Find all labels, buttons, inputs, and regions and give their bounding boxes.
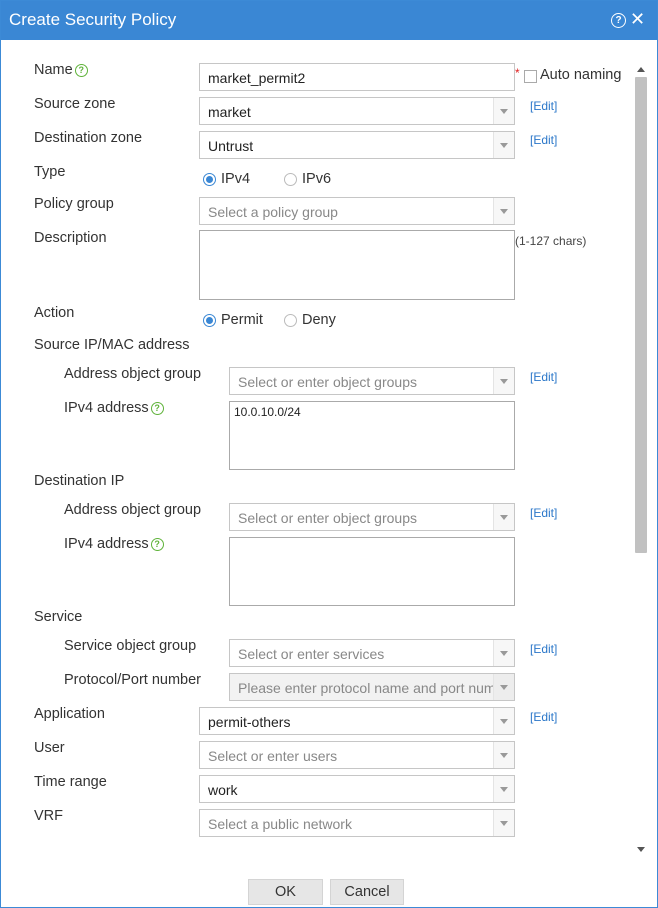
destination-address-object-group-label: Address object group <box>64 502 202 518</box>
name-label-group: Name? <box>34 62 88 78</box>
description-textarea[interactable] <box>199 230 515 300</box>
destination-ipv4-label-group: IPv4 address? <box>64 536 164 552</box>
source-address-object-group-placeholder: Select or enter object groups <box>238 374 417 390</box>
service-object-group-select[interactable]: Select or enter services <box>229 639 515 667</box>
source-zone-value: market <box>208 104 251 120</box>
chevron-down-icon[interactable] <box>493 368 514 394</box>
chevron-down-icon[interactable] <box>493 776 514 802</box>
chevron-down-icon[interactable] <box>493 198 514 224</box>
policy-group-select[interactable]: Select a policy group <box>199 197 515 225</box>
source-ip-section-label: Source IP/MAC address <box>34 337 190 353</box>
source-zone-label: Source zone <box>34 96 116 112</box>
application-label: Application <box>34 706 105 722</box>
source-ipv4-help-icon[interactable]: ? <box>150 402 164 415</box>
action-label: Action <box>34 305 75 321</box>
type-ipv4-radio[interactable]: IPv4 <box>203 171 250 187</box>
vertical-scrollbar[interactable] <box>634 41 648 857</box>
time-range-value: work <box>208 782 238 798</box>
action-deny-label: Deny <box>302 312 336 328</box>
auto-naming-label: Auto naming <box>540 67 622 83</box>
destination-zone-select[interactable]: Untrust <box>199 131 515 159</box>
destination-address-object-group-select[interactable]: Select or enter object groups <box>229 503 515 531</box>
source-ipv4-textarea[interactable]: 10.0.10.0/24 <box>229 401 515 470</box>
destination-address-edit-link[interactable]: [Edit] <box>530 506 557 520</box>
chevron-down-icon[interactable] <box>493 132 514 158</box>
user-select[interactable]: Select or enter users <box>199 741 515 769</box>
source-ipv4-label-group: IPv4 address? <box>64 400 164 416</box>
name-label: Name <box>34 62 73 78</box>
service-object-group-label: Service object group <box>64 638 197 654</box>
policy-group-placeholder: Select a policy group <box>208 204 338 220</box>
description-hint: (1-127 chars) <box>515 234 587 248</box>
source-address-object-group-select[interactable]: Select or enter object groups <box>229 367 515 395</box>
vrf-select[interactable]: Select a public network <box>199 809 515 837</box>
scroll-up-icon[interactable] <box>637 67 645 72</box>
service-edit-link[interactable]: [Edit] <box>530 642 557 656</box>
scroll-thumb[interactable] <box>635 77 647 553</box>
protocol-port-select[interactable]: Please enter protocol name and port num <box>229 673 515 701</box>
ok-button[interactable]: OK <box>248 879 323 905</box>
application-value: permit-others <box>208 714 291 730</box>
destination-address-object-group-placeholder: Select or enter object groups <box>238 510 417 526</box>
source-ipv4-label: IPv4 address <box>64 400 149 416</box>
time-range-label: Time range <box>34 774 107 790</box>
action-permit-radio[interactable]: Permit <box>203 312 263 328</box>
source-zone-select[interactable]: market <box>199 97 515 125</box>
radio-selected-icon <box>203 313 216 327</box>
vrf-placeholder: Select a public network <box>208 816 352 832</box>
form-content: Name? market_permit2 * Auto naming Sourc… <box>1 41 657 857</box>
chevron-down-icon[interactable] <box>493 504 514 530</box>
type-ipv6-radio[interactable]: IPv6 <box>284 171 331 187</box>
close-icon[interactable]: ✕ <box>630 10 645 28</box>
action-permit-label: Permit <box>221 312 263 328</box>
name-help-icon[interactable]: ? <box>74 64 88 77</box>
chevron-down-icon[interactable] <box>493 810 514 836</box>
type-label: Type <box>34 164 66 180</box>
create-security-policy-dialog: Create Security Policy ? ✕ Name? market_… <box>0 0 658 908</box>
application-select[interactable]: permit-others <box>199 707 515 735</box>
destination-zone-edit-link[interactable]: [Edit] <box>530 133 557 147</box>
vrf-label: VRF <box>34 808 63 824</box>
dialog-titlebar: Create Security Policy ? ✕ <box>1 1 657 40</box>
protocol-port-label: Protocol/Port number <box>64 672 202 688</box>
chevron-down-icon[interactable] <box>493 708 514 734</box>
required-mark: * <box>515 66 520 80</box>
time-range-select[interactable]: work <box>199 775 515 803</box>
destination-ipv4-textarea[interactable] <box>229 537 515 606</box>
chevron-down-icon[interactable] <box>493 742 514 768</box>
name-value: market_permit2 <box>208 70 306 86</box>
destination-zone-label: Destination zone <box>34 130 143 146</box>
action-deny-radio[interactable]: Deny <box>284 312 336 328</box>
help-icon[interactable]: ? <box>611 13 626 28</box>
source-address-edit-link[interactable]: [Edit] <box>530 370 557 384</box>
type-ipv6-label: IPv6 <box>302 171 332 187</box>
protocol-port-placeholder: Please enter protocol name and port num <box>238 680 494 696</box>
name-input[interactable]: market_permit2 <box>199 63 515 91</box>
service-object-group-placeholder: Select or enter services <box>238 646 385 662</box>
destination-ip-section-label: Destination IP <box>34 473 125 489</box>
application-edit-link[interactable]: [Edit] <box>530 710 557 724</box>
policy-group-label: Policy group <box>34 196 114 212</box>
description-label: Description <box>34 230 107 246</box>
type-ipv4-label: IPv4 <box>221 171 251 187</box>
source-zone-edit-link[interactable]: [Edit] <box>530 99 557 113</box>
destination-zone-value: Untrust <box>208 138 254 154</box>
source-address-object-group-label: Address object group <box>64 366 202 382</box>
radio-unselected-icon <box>284 172 297 186</box>
scroll-down-icon[interactable] <box>637 847 645 852</box>
cancel-button[interactable]: Cancel <box>330 879 404 905</box>
source-ipv4-value: 10.0.10.0/24 <box>234 405 301 419</box>
dialog-title: Create Security Policy <box>9 10 177 29</box>
chevron-down-icon[interactable] <box>493 640 514 666</box>
service-section-label: Service <box>34 609 83 625</box>
destination-ipv4-label: IPv4 address <box>64 536 149 552</box>
chevron-down-icon[interactable] <box>493 674 514 700</box>
destination-ipv4-help-icon[interactable]: ? <box>150 538 164 551</box>
user-label: User <box>34 740 65 756</box>
radio-selected-icon <box>203 172 216 186</box>
auto-naming-checkbox[interactable] <box>524 70 537 83</box>
user-placeholder: Select or enter users <box>208 748 338 764</box>
radio-unselected-icon <box>284 313 297 327</box>
chevron-down-icon[interactable] <box>493 98 514 124</box>
